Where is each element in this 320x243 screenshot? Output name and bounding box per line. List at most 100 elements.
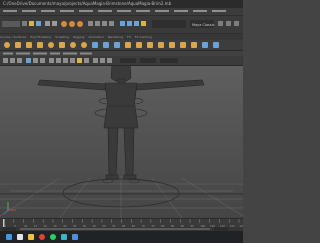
spotify-icon[interactable] (50, 234, 56, 240)
workspace-label: Maya Classic (192, 23, 215, 27)
target-weld-icon[interactable] (180, 42, 186, 48)
character-foot-right (123, 174, 137, 180)
color-space-dropdown (160, 58, 178, 63)
textured-icon (70, 58, 75, 63)
character-skirt (103, 105, 139, 129)
select-hierarchy-icon (61, 21, 67, 27)
panel-menu-view (3, 52, 13, 55)
cube-icon[interactable] (15, 42, 21, 48)
menu-edit[interactable] (22, 10, 36, 12)
shelf-tab[interactable]: Rendering (108, 35, 123, 39)
bevel-icon[interactable] (125, 42, 131, 48)
xray-joints-icon (100, 58, 105, 63)
menu-edit-mesh[interactable] (155, 10, 169, 12)
sphere-icon[interactable] (4, 42, 10, 48)
settings-icon (226, 21, 231, 26)
merge-icon[interactable] (158, 42, 164, 48)
windows-start-icon[interactable] (6, 234, 12, 240)
use-all-lights-icon (77, 58, 82, 63)
combine-icon[interactable] (92, 42, 98, 48)
new-scene-icon (22, 21, 27, 26)
shelf-tab[interactable]: Sculpting (55, 35, 69, 39)
mirror-icon[interactable] (202, 42, 208, 48)
uv-editor-icon[interactable] (213, 42, 219, 48)
menu-curves[interactable] (212, 10, 226, 12)
menu-windows[interactable] (117, 10, 131, 12)
redo-icon (52, 21, 57, 26)
cylinder-icon[interactable] (26, 42, 32, 48)
disc-icon[interactable] (70, 42, 76, 48)
snap-curve-icon (95, 21, 100, 26)
chrome-icon[interactable] (39, 234, 45, 240)
bridge-icon[interactable] (136, 42, 142, 48)
gamma-field (140, 58, 156, 63)
menu-mesh-tools[interactable] (174, 10, 188, 12)
shadows-icon (84, 58, 89, 63)
panel-menu-renderer (63, 52, 77, 55)
torus-icon[interactable] (48, 42, 54, 48)
main-menu-bar (0, 8, 243, 16)
camera-attributes-icon (10, 58, 15, 63)
smooth-shade-icon (56, 58, 61, 63)
menu-mesh[interactable] (136, 10, 150, 12)
menu-file[interactable] (3, 10, 17, 12)
search-icon[interactable] (17, 234, 23, 240)
smooth-icon[interactable] (114, 42, 120, 48)
shelf-tab[interactable]: FX Caching (135, 35, 152, 39)
resolution-gate-icon (40, 58, 45, 63)
shelf-tab[interactable]: Rigging (73, 35, 84, 39)
isolate-select-icon (107, 58, 112, 63)
shelf-tab[interactable]: FX (127, 35, 131, 39)
undo-icon (45, 21, 50, 26)
character-leg-left (107, 127, 119, 177)
status-line: Maya Classic (0, 16, 243, 34)
exposure-field (120, 58, 136, 63)
panel-menu-shading (16, 52, 30, 55)
snap-grid-icon (88, 21, 93, 26)
window-title: C:/OneDrive/Documents/maya/projects/Aqua… (3, 1, 172, 6)
grid-icon (26, 58, 31, 63)
status-line-icons[interactable]: Maya Classic (0, 16, 243, 33)
menu-select[interactable] (60, 10, 74, 12)
range-slider-bar (20, 228, 210, 230)
panel-toolbar-icons[interactable] (0, 56, 243, 65)
shelf-tab[interactable]: Poly Modeling (30, 35, 51, 39)
panel-menu-panels (80, 52, 92, 55)
render-icon (120, 21, 125, 26)
sign-in-icon (218, 21, 223, 26)
panel-menu-lighting (33, 52, 47, 55)
viewport-3d[interactable] (0, 66, 243, 218)
menu-display[interactable] (98, 10, 112, 12)
shelf (0, 40, 243, 51)
mail-icon[interactable] (72, 234, 78, 240)
sphere-icon[interactable] (81, 42, 87, 48)
maya-icon[interactable] (61, 234, 67, 240)
plane-icon[interactable] (59, 42, 65, 48)
symmetry-field (152, 20, 186, 28)
menu-mesh-display[interactable] (193, 10, 207, 12)
character-leg-right (123, 127, 135, 177)
file-explorer-icon[interactable] (28, 234, 34, 240)
menu-create[interactable] (41, 10, 55, 12)
wireframe-icon (49, 58, 54, 63)
panel-toolbar (0, 56, 243, 66)
xray-icon (93, 58, 98, 63)
cone-icon[interactable] (37, 42, 43, 48)
select-component-icon (77, 21, 83, 27)
insert-loop-icon[interactable] (191, 42, 197, 48)
shelf-tab[interactable]: Animation (88, 35, 103, 39)
bookmarks-icon (17, 58, 22, 63)
panel-toggle-icon (234, 21, 239, 26)
hypershade-icon (141, 21, 146, 26)
film-gate-icon (33, 58, 38, 63)
extrude-icon[interactable] (147, 42, 153, 48)
viewport-scene (0, 66, 243, 218)
wireframe-on-shaded-icon (63, 58, 68, 63)
menu-modify[interactable] (79, 10, 93, 12)
separate-icon[interactable] (103, 42, 109, 48)
window-title-bar: C:/OneDrive/Documents/maya/projects/Aqua… (0, 0, 243, 8)
ipr-render-icon (127, 21, 132, 26)
shelf-tab[interactable]: Curves / Surfaces (0, 35, 26, 39)
snap-view-icon (109, 21, 114, 26)
multicut-icon[interactable] (169, 42, 175, 48)
